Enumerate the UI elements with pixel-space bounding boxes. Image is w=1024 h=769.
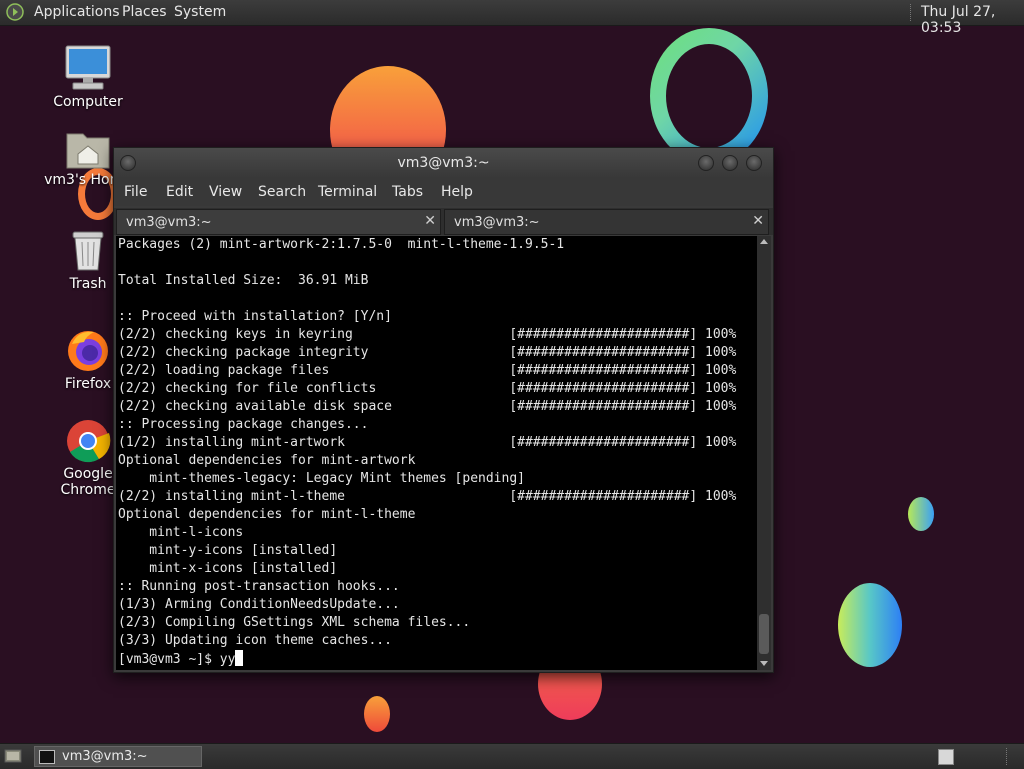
places-menu[interactable]: Places xyxy=(122,4,167,20)
tab-1[interactable]: vm3@vm3:~ ✕ xyxy=(116,209,441,235)
menu-file[interactable]: File xyxy=(124,184,147,200)
text-cursor xyxy=(235,650,244,666)
wallpaper-ring-decoration xyxy=(650,28,768,164)
taskbar-item-terminal[interactable]: vm3@vm3:~ xyxy=(34,746,202,767)
terminal-output[interactable]: Packages (2) mint-artwork-2:1.7.5-0 mint… xyxy=(116,236,757,670)
terminal-line: mint-x-icons [installed] xyxy=(118,561,338,576)
menu-terminal[interactable]: Terminal xyxy=(318,184,377,200)
menu-help[interactable]: Help xyxy=(441,184,473,200)
mint-menu-icon[interactable] xyxy=(6,3,24,21)
terminal-line: (2/2) loading package files [###########… xyxy=(118,363,737,378)
terminal-line: mint-themes-legacy: Legacy Mint themes [… xyxy=(118,471,525,486)
workspace-switcher[interactable] xyxy=(938,749,954,765)
scrollbar-thumb[interactable] xyxy=(759,614,769,654)
terminal-line: (2/2) checking available disk space [###… xyxy=(118,399,737,414)
terminal-line: (2/2) checking for file conflicts [#####… xyxy=(118,381,737,396)
terminal-menubar: File Edit View Search Terminal Tabs Help xyxy=(114,178,773,206)
terminal-line: mint-y-icons [installed] xyxy=(118,543,338,558)
tab-label: vm3@vm3:~ xyxy=(454,215,540,230)
terminal-line: :: Running post-transaction hooks... xyxy=(118,579,400,594)
computer-icon xyxy=(65,45,111,90)
menu-tabs[interactable]: Tabs xyxy=(392,184,423,200)
window-titlebar[interactable]: vm3@vm3:~ xyxy=(114,148,773,178)
tab-label: vm3@vm3:~ xyxy=(126,215,212,230)
terminal-line: Total Installed Size: 36.91 MiB xyxy=(118,273,369,288)
terminal-line: Optional dependencies for mint-artwork xyxy=(118,453,416,468)
terminal-line: (3/3) Updating icon theme caches... xyxy=(118,633,392,648)
terminal-prompt-line[interactable]: [vm3@vm3 ~]$ yy xyxy=(118,650,244,669)
top-panel: Applications Places System Thu Jul 27, 0… xyxy=(0,0,1024,36)
desktop-icon-computer[interactable]: Computer xyxy=(40,44,136,110)
terminal-line: Packages (2) mint-artwork-2:1.7.5-0 mint… xyxy=(118,237,565,252)
close-button[interactable] xyxy=(746,155,762,171)
terminal-line: :: Processing package changes... xyxy=(118,417,369,432)
wallpaper-small-orange-blob xyxy=(364,696,390,732)
window-title: vm3@vm3:~ xyxy=(397,155,490,171)
terminal-scrollbar[interactable] xyxy=(757,236,771,670)
terminal-line: (1/2) installing mint-artwork [#########… xyxy=(118,435,737,450)
panel-separator xyxy=(910,4,914,21)
firefox-icon xyxy=(68,331,108,371)
terminal-window: vm3@vm3:~ File Edit View Search Terminal… xyxy=(113,147,774,673)
menu-edit[interactable]: Edit xyxy=(166,184,193,200)
wallpaper-blue-blob xyxy=(838,583,902,667)
show-desktop-icon[interactable] xyxy=(4,748,22,764)
terminal-prompt: [vm3@vm3 ~]$ yy xyxy=(118,652,236,667)
desktop-icon-label: Computer xyxy=(53,94,123,110)
tab-2[interactable]: vm3@vm3:~ ✕ xyxy=(444,209,769,235)
trash-icon xyxy=(72,231,104,271)
system-menu[interactable]: System xyxy=(174,4,226,20)
tab-bar: vm3@vm3:~ ✕ vm3@vm3:~ ✕ xyxy=(114,208,773,235)
tab-close-icon[interactable]: ✕ xyxy=(424,213,436,229)
terminal-line: mint-l-icons xyxy=(118,525,244,540)
terminal-line: (1/3) Arming ConditionNeedsUpdate... xyxy=(118,597,400,612)
chrome-icon xyxy=(67,420,111,463)
desktop-icon-label: Google Chrome xyxy=(60,466,116,498)
desktop-icon-label: Trash xyxy=(69,276,107,292)
terminal-line: (2/3) Compiling GSettings XML schema fil… xyxy=(118,615,471,630)
terminal-line: Optional dependencies for mint-l-theme xyxy=(118,507,416,522)
menu-search[interactable]: Search xyxy=(258,184,306,200)
panel-separator xyxy=(1006,748,1010,765)
desktop-icon-label: Firefox xyxy=(64,376,112,392)
terminal-icon xyxy=(39,750,55,764)
bottom-panel: vm3@vm3:~ xyxy=(0,743,1024,769)
wallpaper-small-blue-blob xyxy=(908,497,934,531)
menu-view[interactable]: View xyxy=(209,184,242,200)
minimize-button[interactable] xyxy=(698,155,714,171)
terminal-line: (2/2) checking keys in keyring [########… xyxy=(118,327,737,342)
taskbar-item-label: vm3@vm3:~ xyxy=(62,749,148,764)
scroll-down-arrow-icon[interactable] xyxy=(760,661,768,666)
clock[interactable]: Thu Jul 27, 03:53 xyxy=(921,4,1024,36)
scroll-up-arrow-icon[interactable] xyxy=(760,239,768,244)
applications-menu[interactable]: Applications xyxy=(34,4,120,20)
maximize-button[interactable] xyxy=(722,155,738,171)
home-folder-icon xyxy=(66,133,110,169)
terminal-line: (2/2) installing mint-l-theme [#########… xyxy=(118,489,737,504)
terminal-line: :: Proceed with installation? [Y/n] xyxy=(118,309,392,324)
terminal-line: (2/2) checking package integrity [######… xyxy=(118,345,737,360)
tab-close-icon[interactable]: ✕ xyxy=(752,213,764,229)
